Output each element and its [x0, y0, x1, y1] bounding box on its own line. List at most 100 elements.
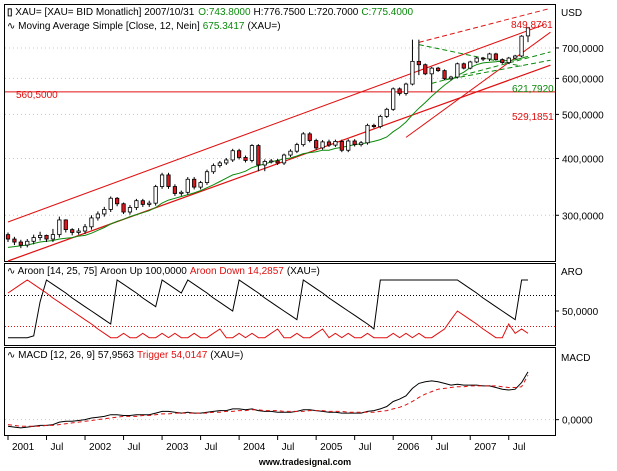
candle-body — [37, 234, 43, 238]
aroon-panel[interactable]: 50,0000 ARO ∿ Aroon [14, 25, 75] Aroon Up… — [4, 263, 599, 346]
candle-body — [249, 145, 255, 161]
candle-body — [89, 217, 94, 228]
candle-body — [269, 160, 274, 163]
candle[interactable] — [468, 60, 473, 70]
candle-body — [358, 142, 364, 146]
price-legend-high: H:776.7500 — [254, 7, 306, 18]
candle-body — [262, 161, 267, 166]
candle-body — [76, 230, 81, 233]
candle-body — [403, 83, 409, 94]
candle-body — [474, 57, 479, 63]
candle[interactable] — [474, 56, 479, 64]
candle[interactable] — [237, 148, 242, 160]
candle[interactable] — [403, 82, 409, 96]
aroon-legend: ∿ Aroon [14, 25, 75] Aroon Up 100,0000 Aro… — [7, 266, 320, 277]
candle[interactable] — [365, 123, 370, 145]
candle-body — [500, 59, 505, 63]
price-panel[interactable]: 700,0000 600,0000 500,0000 400,0000 300,0000… — [4, 4, 605, 262]
candle[interactable] — [384, 107, 389, 118]
candle[interactable] — [314, 138, 319, 150]
price-tick-label: 300,0000 — [562, 211, 604, 222]
candle[interactable] — [153, 184, 158, 206]
candle[interactable] — [493, 52, 499, 61]
candle[interactable] — [57, 216, 62, 238]
price-legend-open: O:743.8000 — [198, 7, 251, 18]
candle-body — [82, 226, 88, 232]
candle-body — [281, 154, 287, 164]
candle-body — [339, 141, 344, 151]
candle-body — [134, 200, 139, 208]
candle-body — [115, 197, 120, 205]
macd-tick-label: 0,0000 — [562, 416, 593, 427]
candle-body — [256, 145, 261, 166]
candle[interactable] — [307, 132, 312, 143]
candle-body — [371, 124, 377, 128]
candle[interactable] — [294, 142, 299, 154]
candle-body — [57, 219, 62, 236]
candle[interactable] — [249, 144, 255, 163]
candle-body — [314, 140, 319, 149]
candle-body — [307, 133, 312, 141]
macd-panel[interactable]: 0,0000 MACD ∿ MACD [12, 26, 9] 57,9563 Tri… — [4, 347, 594, 436]
candle-body — [346, 140, 351, 151]
candle-body — [243, 157, 248, 161]
price-legend-icon: ▯ — [7, 7, 15, 18]
candle-body — [506, 57, 511, 63]
aroon-y-ticks: 50,0000 — [555, 307, 599, 318]
candle-body — [487, 53, 492, 60]
candle-body — [5, 234, 11, 240]
aroon-unit-label: ARO — [561, 267, 583, 278]
candle-body — [480, 57, 486, 60]
price-y-ticks: 700,0000 600,0000 500,0000 400,0000 300,0000 — [555, 44, 604, 222]
ma-legend-icon: ∿ — [7, 21, 18, 32]
candle[interactable] — [423, 63, 428, 76]
candle[interactable] — [230, 148, 235, 162]
macd-unit-label: MACD — [561, 353, 590, 364]
candle-body — [25, 240, 30, 246]
price-tick-label: 700,0000 — [562, 44, 604, 55]
candle[interactable] — [378, 114, 383, 129]
candle-body — [224, 159, 229, 164]
candle-body — [519, 35, 524, 57]
x-tick-label: Jul — [205, 442, 218, 453]
candle[interactable] — [455, 62, 460, 79]
candle[interactable] — [281, 153, 287, 165]
candle-body — [493, 53, 499, 60]
candle[interactable] — [204, 169, 210, 185]
candle[interactable] — [339, 139, 344, 153]
ma-legend-label: Moving Average Simple [Close, 12, Nein] — [18, 21, 200, 32]
candle[interactable] — [185, 177, 190, 195]
candle-body — [230, 150, 235, 161]
x-tick-label: 2002 — [89, 442, 112, 453]
macd-legend-label: MACD [12, 26, 9] — [18, 350, 95, 361]
candle-body — [198, 182, 203, 188]
candle-body — [108, 197, 113, 210]
candle-body — [211, 165, 216, 173]
aroon-tick-label: 50,0000 — [562, 307, 599, 318]
x-tick-label: Jul — [436, 442, 449, 453]
candle[interactable] — [461, 62, 466, 70]
candle-body — [31, 237, 36, 242]
candle-body — [378, 115, 383, 128]
candle[interactable] — [301, 132, 306, 147]
candle[interactable] — [519, 35, 524, 58]
candle-body — [153, 186, 158, 204]
candle-body — [179, 191, 184, 194]
candle-body — [12, 238, 17, 243]
candle[interactable] — [166, 172, 171, 189]
candle-body — [204, 171, 210, 183]
footer-url[interactable]: www.tradesignal.com — [258, 457, 351, 467]
candle[interactable] — [346, 139, 351, 153]
candle-body — [70, 229, 75, 233]
candle[interactable] — [442, 69, 447, 81]
price-tick-label: 600,0000 — [562, 74, 604, 85]
candle[interactable] — [506, 56, 511, 64]
candle-body — [192, 178, 197, 188]
candle[interactable] — [391, 87, 396, 111]
candle[interactable] — [121, 202, 126, 214]
candle-body — [140, 200, 145, 205]
candle-body — [50, 234, 56, 240]
candle[interactable] — [159, 172, 165, 189]
candle[interactable] — [108, 196, 113, 213]
candle-body — [397, 88, 402, 94]
